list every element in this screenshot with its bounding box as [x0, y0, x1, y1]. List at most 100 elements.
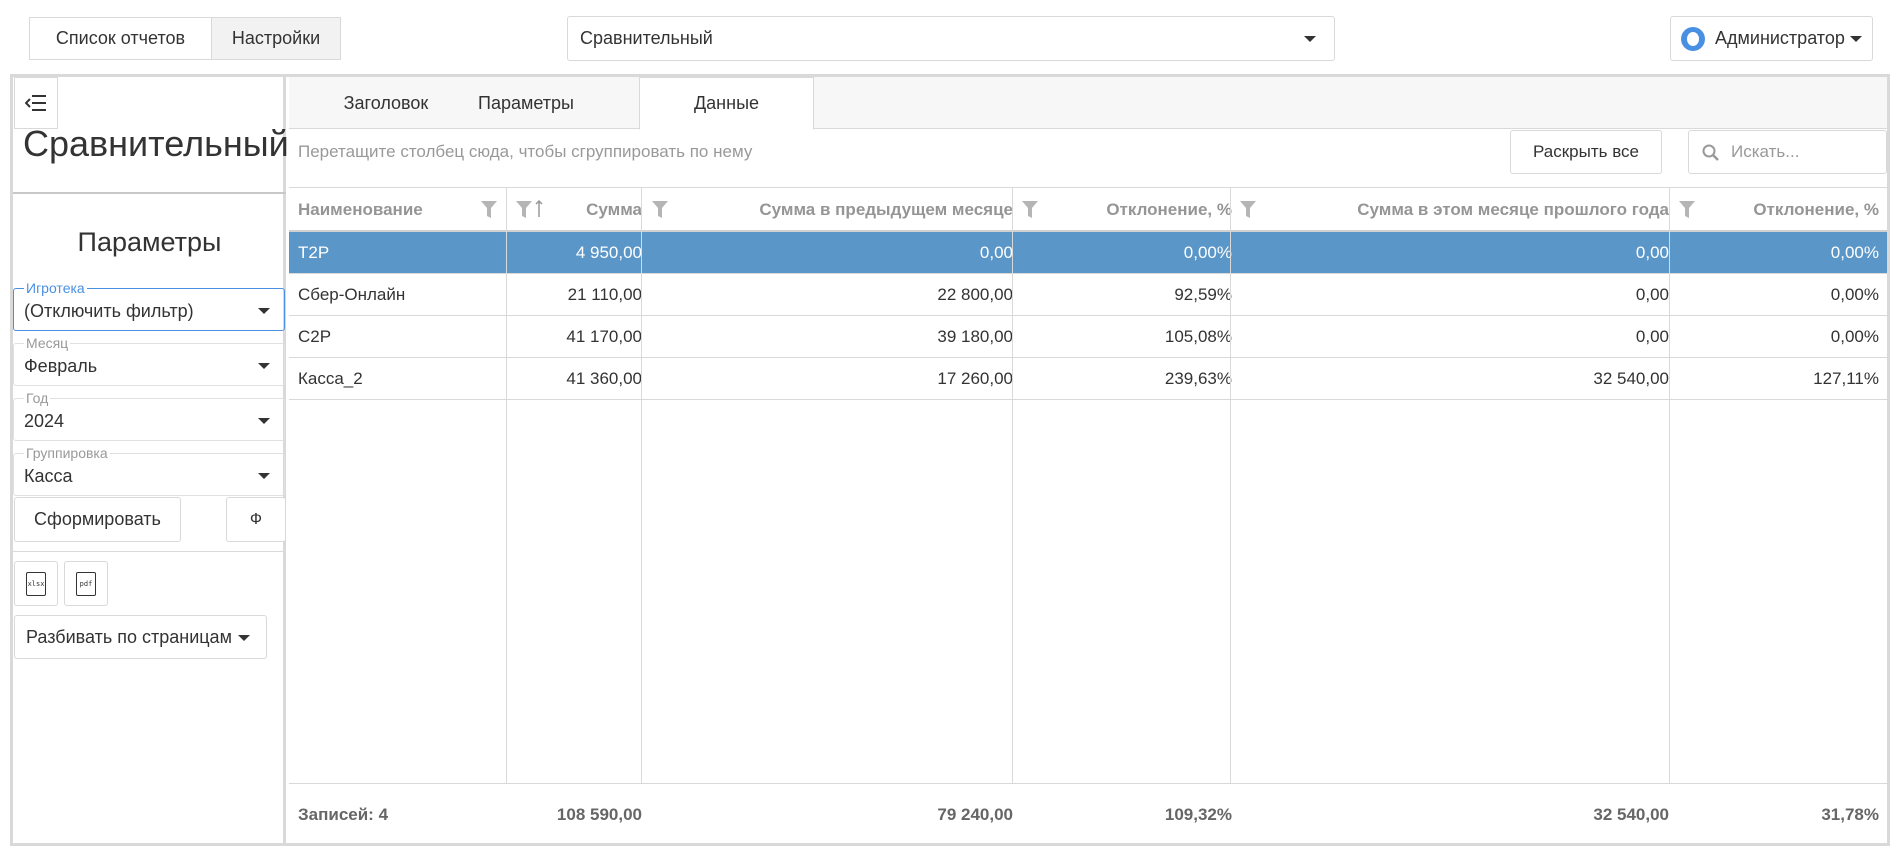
report-select[interactable]: Сравнительный: [567, 16, 1335, 61]
column-divider: [506, 188, 507, 783]
cell-deviation-year: 0,00%: [1830, 243, 1879, 262]
cell-sum: 4 950,00: [575, 243, 642, 262]
tab-parameters[interactable]: Параметры: [453, 77, 599, 129]
gaming-room-field[interactable]: Игротека (Отключить фильтр): [13, 280, 285, 331]
field-label: Игротека: [24, 280, 87, 296]
tab-header[interactable]: Заголовок: [319, 77, 453, 129]
sort-ascending-icon: [535, 200, 543, 217]
cell-deviation: 92,59%: [1174, 285, 1232, 304]
grouping-field[interactable]: Группировка Касса: [13, 445, 285, 496]
cell-sum: 41 360,00: [566, 369, 642, 388]
column-header-deviation-year[interactable]: Отклонение, %: [1709, 188, 1879, 231]
tabs-bar: Заголовок Параметры Данные: [289, 77, 1887, 130]
chevron-down-icon: [258, 473, 270, 479]
divider: [13, 551, 286, 552]
user-avatar-icon: [1681, 26, 1705, 51]
cell-name: C2P: [298, 327, 332, 346]
export-pdf-button[interactable]: pdf: [64, 561, 108, 606]
column-divider: [1012, 188, 1013, 783]
f-button[interactable]: Ф: [226, 497, 286, 542]
chevron-down-icon: [238, 635, 250, 641]
cell-prev-month: 39 180,00: [937, 327, 1013, 346]
column-header-prev-month[interactable]: Сумма в предыдущем месяце: [679, 188, 1013, 231]
cell-last-year: 0,00: [1635, 243, 1669, 262]
cell-name: Сбер-Онлайн: [298, 285, 406, 304]
cell-sum: 41 170,00: [566, 327, 642, 346]
chevron-down-icon: [258, 418, 270, 424]
field-value: Февраль: [24, 356, 98, 376]
column-header-last-year[interactable]: Сумма в этом месяце прошлого года: [1269, 188, 1669, 231]
chevron-down-icon: [258, 308, 270, 314]
chevron-down-icon: [1304, 36, 1316, 42]
column-header-name[interactable]: Наименование: [298, 188, 498, 231]
expand-all-button[interactable]: Раскрыть все: [1510, 130, 1662, 174]
tab-data[interactable]: Данные: [639, 77, 814, 130]
filter-icon[interactable]: [1679, 201, 1695, 218]
column-header-deviation[interactable]: Отклонение, %: [1049, 188, 1232, 231]
table-row[interactable]: C2P 41 170,00 39 180,00 105,08% 0,00 0,0…: [289, 316, 1887, 358]
chevron-down-icon: [1850, 36, 1862, 42]
cell-sum: 21 110,00: [567, 285, 642, 304]
filter-icon[interactable]: [1022, 201, 1038, 218]
summary-sum: 108 590,00: [556, 804, 642, 824]
summary-prev-month: 79 240,00: [937, 804, 1013, 824]
column-divider: [1669, 188, 1670, 783]
table-row[interactable]: Сбер-Онлайн 21 110,00 22 800,00 92,59% 0…: [289, 274, 1887, 316]
report-title: Сравнительный: [23, 123, 289, 164]
divider: [13, 192, 286, 194]
filter-icon[interactable]: [652, 201, 668, 218]
field-value: 2024: [24, 411, 65, 431]
cell-last-year: 0,00: [1635, 327, 1669, 346]
search-box: [1688, 130, 1887, 174]
summary-deviation-year: 31,78%: [1821, 804, 1879, 824]
cell-prev-month: 0,00: [979, 243, 1013, 262]
chevron-down-icon: [258, 363, 270, 369]
parameters-panel: Сравнительный Параметры Игротека (Отключ…: [13, 77, 289, 843]
pdf-file-icon: pdf: [76, 571, 96, 596]
year-field[interactable]: Год 2024: [13, 390, 285, 441]
paging-select[interactable]: Разбивать по страницам: [14, 615, 267, 659]
cell-name: Касса_2: [298, 369, 363, 388]
cell-deviation: 0,00%: [1183, 243, 1232, 262]
group-panel-hint[interactable]: Перетащите столбец сюда, чтобы сгруппиро…: [298, 142, 752, 162]
month-field[interactable]: Месяц Февраль: [13, 335, 285, 386]
paging-select-value: Разбивать по страницам: [26, 626, 232, 647]
user-menu-button[interactable]: Администратор: [1670, 16, 1873, 61]
cell-deviation: 239,63%: [1164, 369, 1232, 388]
user-name: Администратор: [1715, 28, 1845, 48]
field-value: (Отключить фильтр): [24, 301, 194, 321]
cell-deviation-year: 127,11%: [1813, 369, 1879, 388]
parameters-title: Параметры: [77, 227, 222, 257]
filter-icon[interactable]: [516, 201, 532, 218]
table-row[interactable]: Касса_2 41 360,00 17 260,00 239,63% 32 5…: [289, 358, 1887, 400]
generate-button[interactable]: Сформировать: [14, 497, 181, 542]
xlsx-file-icon: xlsx: [26, 571, 46, 596]
grid-toolbar: Перетащите столбец сюда, чтобы сгруппиро…: [289, 130, 1887, 186]
filter-icon[interactable]: [1240, 201, 1256, 218]
table-row[interactable]: T2P 4 950,00 0,00 0,00% 0,00 0,00%: [289, 232, 1887, 274]
cell-prev-month: 17 260,00: [937, 369, 1013, 388]
cell-prev-month: 22 800,00: [937, 285, 1013, 304]
search-input[interactable]: [1729, 139, 1879, 165]
report-select-value: Сравнительный: [580, 28, 713, 48]
field-label: Месяц: [24, 335, 71, 351]
summary-count: Записей: 4: [298, 804, 389, 824]
collapse-panel-button[interactable]: [14, 77, 58, 129]
field-label: Группировка: [24, 445, 110, 461]
field-value: Касса: [24, 466, 73, 486]
summary-deviation: 109,32%: [1164, 804, 1232, 824]
grid-header-row: Наименование Сумма Сумма в предыдущем ме…: [289, 188, 1887, 232]
cell-deviation-year: 0,00%: [1830, 285, 1879, 304]
cell-name: T2P: [298, 243, 330, 262]
filter-icon[interactable]: [481, 201, 497, 218]
settings-button[interactable]: Настройки: [211, 17, 341, 60]
cell-last-year: 32 540,00: [1593, 369, 1669, 388]
column-divider: [1230, 188, 1231, 783]
reports-list-button[interactable]: Список отчетов: [29, 17, 212, 60]
column-header-sum[interactable]: Сумма: [549, 188, 642, 231]
cell-deviation: 105,08%: [1164, 327, 1232, 346]
export-xlsx-button[interactable]: xlsx: [14, 561, 58, 606]
grid-summary-footer: Записей: 4 108 590,00 79 240,00 109,32% …: [289, 783, 1887, 844]
column-divider: [641, 188, 642, 783]
search-icon: [1702, 144, 1719, 161]
